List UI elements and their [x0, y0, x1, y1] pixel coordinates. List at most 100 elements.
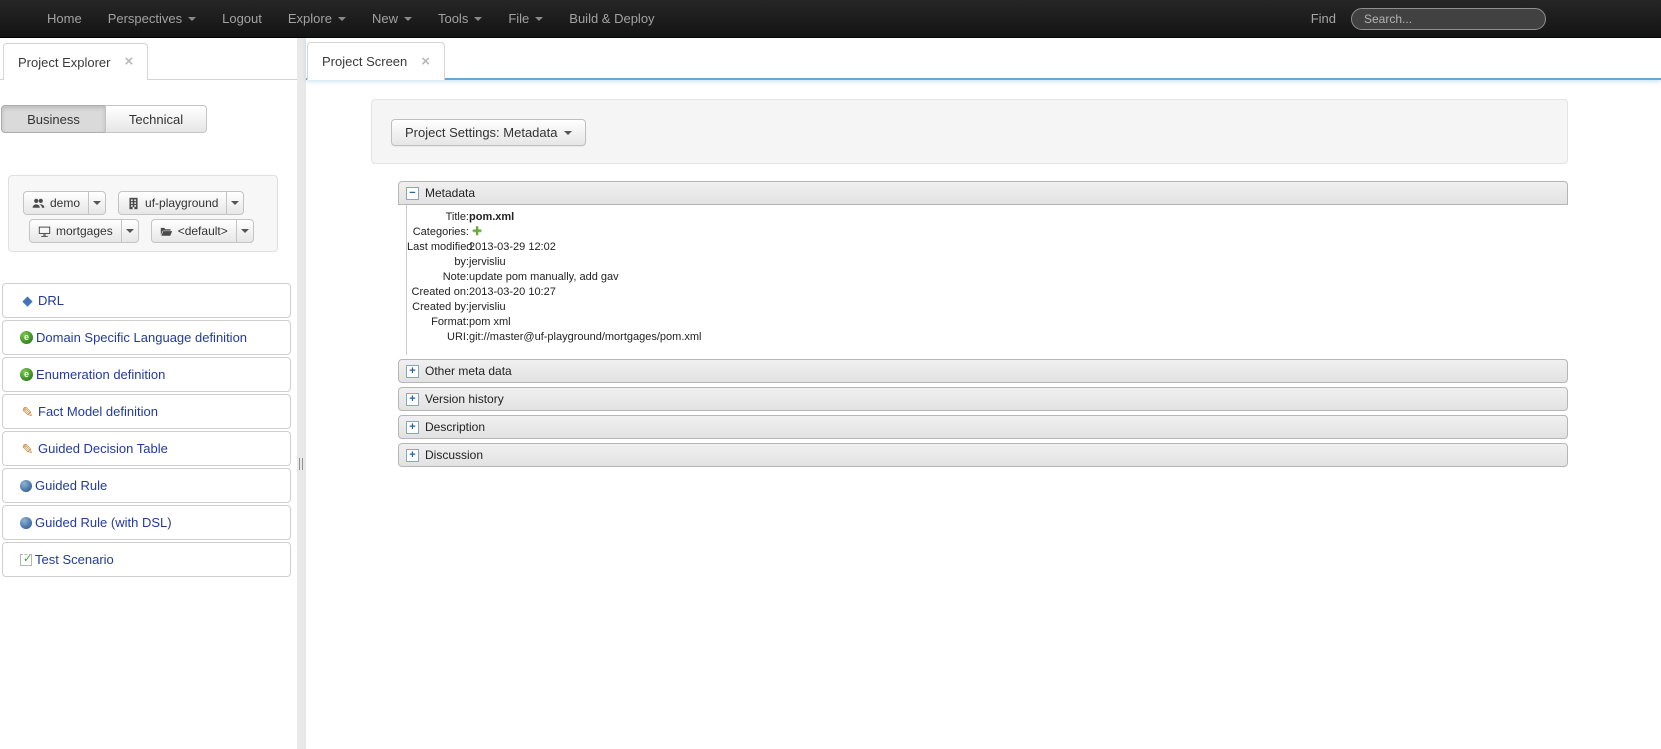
- field-value: pom xml: [469, 315, 511, 330]
- drl-diamond-icon: [20, 294, 35, 308]
- list-item-guided-rule-dsl[interactable]: Guided Rule (with DSL): [2, 505, 291, 540]
- add-category-icon[interactable]: [472, 225, 485, 238]
- org-unit-caret[interactable]: [89, 191, 106, 215]
- metadata-accordion: Metadata Title: pom.xml Categories: Last…: [398, 181, 1568, 467]
- chevron-down-icon: [126, 229, 134, 233]
- meta-row-last-modified: Last modified 2013-03-29 12:02: [407, 240, 1568, 255]
- list-item-label: Guided Rule (with DSL): [35, 515, 172, 530]
- button-label: Technical: [129, 112, 183, 127]
- version-history-panel-header[interactable]: Version history: [398, 387, 1568, 411]
- list-item-label: Fact Model definition: [38, 404, 158, 419]
- collapse-icon[interactable]: [406, 187, 419, 200]
- technical-view-button[interactable]: Technical: [105, 105, 207, 133]
- menu-build-deploy[interactable]: Build & Deploy: [556, 0, 667, 38]
- expand-icon[interactable]: [406, 421, 419, 434]
- search-input[interactable]: [1351, 8, 1546, 30]
- list-item-label: Guided Decision Table: [38, 441, 168, 456]
- meta-row-modified-by: by: jervisliu: [407, 255, 1568, 270]
- field-label: Last modified: [407, 240, 469, 255]
- meta-row-note: Note: update pom manually, add gav: [407, 270, 1568, 285]
- tab-project-screen[interactable]: Project Screen ×: [307, 42, 445, 80]
- list-item-guided-rule[interactable]: Guided Rule: [2, 468, 291, 503]
- menu-file[interactable]: File: [495, 0, 556, 38]
- test-scenario-icon: [20, 554, 32, 566]
- list-item-test-scenario[interactable]: Test Scenario: [2, 542, 291, 577]
- field-value: jervisliu: [469, 300, 506, 315]
- tab-title: Project Screen: [322, 54, 407, 69]
- workspace: Project Explorer × Business Technical: [0, 38, 1661, 749]
- repository-button[interactable]: uf-playground: [118, 191, 227, 215]
- breadcrumb-row: demo uf-playground: [23, 191, 277, 215]
- field-value: jervisliu: [469, 255, 506, 270]
- expand-icon[interactable]: [406, 393, 419, 406]
- menu-logout[interactable]: Logout: [209, 0, 275, 38]
- description-panel-header[interactable]: Description: [398, 415, 1568, 439]
- rule-sphere-icon: [20, 480, 32, 492]
- list-item-drl[interactable]: DRL: [2, 283, 291, 318]
- pane-splitter[interactable]: [297, 38, 306, 749]
- list-item-enumeration-definition[interactable]: Enumeration definition: [2, 357, 291, 392]
- meta-row-created-on: Created on: 2013-03-20 10:27: [407, 285, 1568, 300]
- package-dropdown: <default>: [151, 219, 254, 243]
- chevron-down-icon: [474, 17, 482, 21]
- list-item-dsl-definition[interactable]: Domain Specific Language definition: [2, 320, 291, 355]
- dropdown-label: mortgages: [56, 224, 113, 238]
- menu-label: Tools: [438, 11, 468, 26]
- building-icon: [127, 197, 140, 210]
- package-button[interactable]: <default>: [151, 219, 237, 243]
- project-settings-dropdown[interactable]: Project Settings: Metadata: [391, 119, 586, 146]
- list-item-label: Guided Rule: [35, 478, 107, 493]
- expand-icon[interactable]: [406, 365, 419, 378]
- menu-new[interactable]: New: [359, 0, 425, 38]
- meta-row-created-by: Created by: jervisliu: [407, 300, 1568, 315]
- find-label: Find: [1311, 11, 1336, 26]
- metadata-panel-header[interactable]: Metadata: [398, 181, 1568, 205]
- navbar-search-area: Find: [1311, 8, 1546, 30]
- list-item-guided-decision-table[interactable]: Guided Decision Table: [2, 431, 291, 466]
- close-icon[interactable]: ×: [421, 56, 430, 68]
- field-label: Created on:: [407, 285, 469, 300]
- list-item-fact-model-definition[interactable]: Fact Model definition: [2, 394, 291, 429]
- repository-caret[interactable]: [227, 191, 244, 215]
- menu-home[interactable]: Home: [34, 0, 95, 38]
- close-icon[interactable]: ×: [124, 56, 133, 68]
- menu-label: Perspectives: [108, 11, 182, 26]
- menu-label: Build & Deploy: [569, 11, 654, 26]
- other-meta-data-panel-header[interactable]: Other meta data: [398, 359, 1568, 383]
- discussion-panel-header[interactable]: Discussion: [398, 443, 1568, 467]
- dropdown-label: Project Settings: Metadata: [405, 125, 557, 140]
- field-value: git://master@uf-playground/mortgages/pom…: [469, 330, 701, 345]
- dsl-icon: [20, 331, 33, 344]
- project-screen-pane: Project Screen × Project Settings: Metad…: [306, 38, 1661, 749]
- field-label: Note:: [407, 270, 469, 285]
- field-label: Format:: [407, 315, 469, 330]
- tab-project-explorer[interactable]: Project Explorer ×: [3, 43, 148, 80]
- project-caret[interactable]: [122, 219, 139, 243]
- menu-tools[interactable]: Tools: [425, 0, 495, 38]
- field-value: 2013-03-29 12:02: [469, 240, 556, 255]
- settings-well: Project Settings: Metadata: [371, 99, 1568, 164]
- explorer-view-toggle: Business Technical: [1, 105, 207, 133]
- main-tabstrip: Project Screen ×: [306, 38, 1661, 80]
- menu-perspectives[interactable]: Perspectives: [95, 0, 209, 38]
- chevron-down-icon: [535, 17, 543, 21]
- panel-title: Metadata: [425, 186, 475, 200]
- menu-explore[interactable]: Explore: [275, 0, 359, 38]
- package-caret[interactable]: [237, 219, 254, 243]
- rule-sphere-icon: [20, 517, 32, 529]
- folder-open-icon: [160, 225, 173, 238]
- project-button[interactable]: mortgages: [29, 219, 122, 243]
- org-unit-button[interactable]: demo: [23, 191, 89, 215]
- business-view-button[interactable]: Business: [1, 105, 106, 133]
- menu-label: File: [508, 11, 529, 26]
- dropdown-label: uf-playground: [145, 196, 218, 210]
- field-label: by:: [407, 255, 469, 270]
- splitter-handle[interactable]: [299, 458, 303, 470]
- asset-list: DRL Domain Specific Language definition …: [2, 283, 291, 579]
- expand-icon[interactable]: [406, 449, 419, 462]
- list-item-label: Domain Specific Language definition: [36, 330, 247, 345]
- panel-title: Other meta data: [425, 364, 512, 378]
- dropdown-label: <default>: [178, 224, 228, 238]
- menu-label: New: [372, 11, 398, 26]
- dropdown-label: demo: [50, 196, 80, 210]
